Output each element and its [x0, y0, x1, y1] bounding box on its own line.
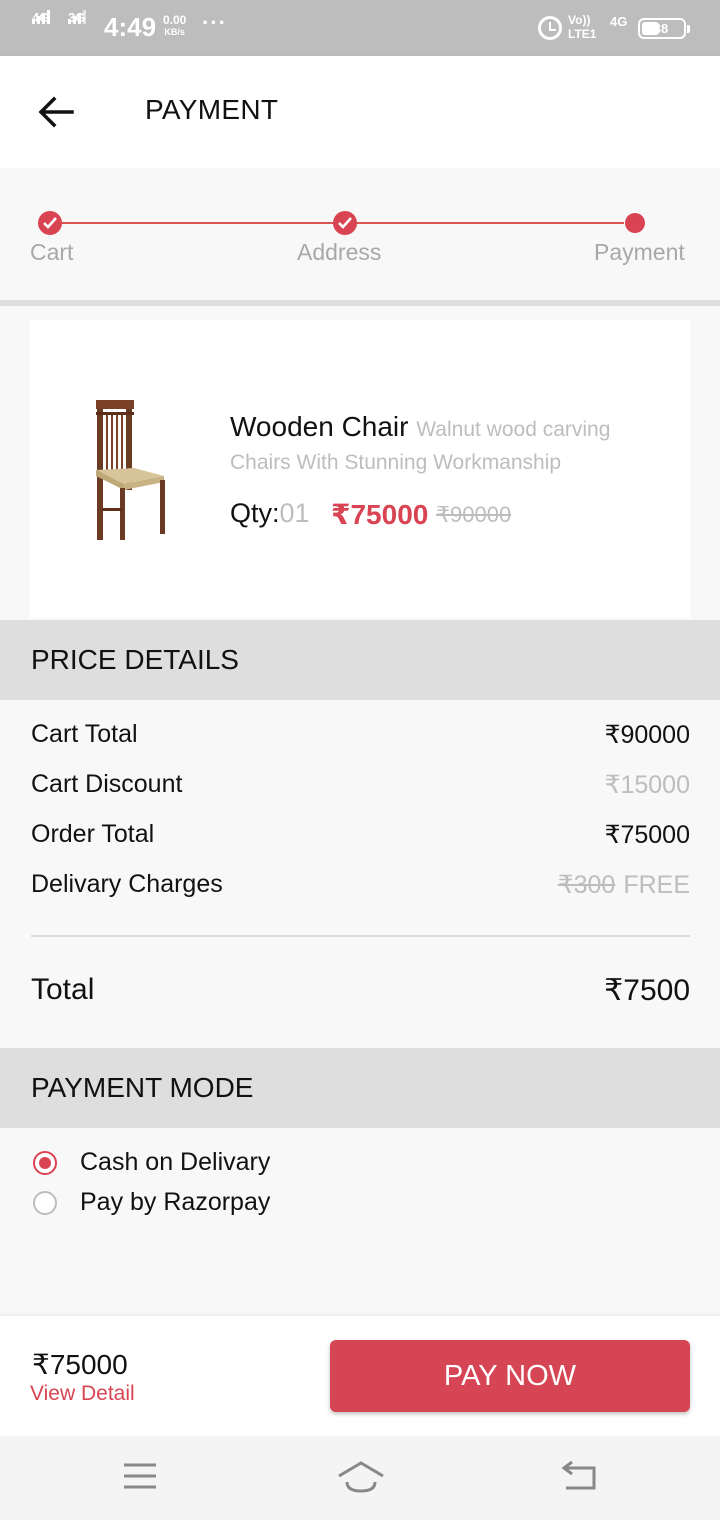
volte-bottom: LTE1	[568, 27, 597, 41]
product-quantity: Qty:01	[230, 498, 310, 529]
bottom-total-amount: ₹75000	[32, 1349, 128, 1380]
alarm-icon	[538, 16, 562, 40]
total-value: ₹7500	[604, 974, 690, 1007]
more-notifications-icon: ···	[202, 10, 227, 35]
back-icon[interactable]	[558, 1456, 602, 1496]
network-speed: 0.00 KB/s	[163, 14, 186, 38]
price-row-cart-total: Cart Total ₹90000	[31, 720, 690, 754]
price-row-cart-discount: Cart Discount ₹15000	[31, 770, 690, 804]
home-icon[interactable]	[336, 1456, 386, 1496]
step-payment-current-icon	[625, 213, 645, 233]
price-value-group: ₹300 FREE	[558, 870, 690, 900]
step-label-payment: Payment	[594, 239, 685, 265]
volte-indicator: Vo)) LTE1	[568, 13, 596, 41]
payment-option-label: Pay by Razorpay	[80, 1188, 271, 1216]
app-bar: PAYMENT	[0, 56, 720, 168]
product-original-price: ₹90000	[436, 502, 512, 527]
price-label: Cart Discount	[31, 770, 183, 798]
price-value: ₹90000	[604, 721, 690, 749]
step-connector	[62, 222, 334, 224]
delivery-free-label: FREE	[623, 871, 690, 899]
total-row: Total ₹7500	[31, 973, 690, 1009]
step-label-address: Address	[297, 239, 382, 265]
battery-level: 38	[653, 21, 669, 36]
radio-selected-icon[interactable]	[33, 1151, 57, 1175]
product-name: Wooden Chair	[230, 411, 409, 442]
speed-value: 0.00	[163, 13, 187, 27]
system-nav-bar	[0, 1436, 720, 1520]
back-arrow-icon[interactable]	[36, 94, 76, 130]
radio-unselected-icon[interactable]	[33, 1191, 57, 1215]
checkout-bottom-bar: ₹75000 View Detail PAY NOW	[0, 1316, 720, 1436]
speed-unit: KB/s	[164, 27, 185, 37]
product-image	[90, 398, 170, 544]
pay-now-button[interactable]: PAY NOW	[330, 1340, 690, 1412]
step-cart-check-icon	[38, 211, 62, 235]
volte-top: Vo))	[568, 13, 591, 27]
product-price: ₹75000	[331, 499, 429, 530]
price-label: Cart Total	[31, 720, 138, 748]
total-label: Total	[31, 973, 95, 1006]
divider	[0, 300, 720, 306]
price-row-delivery-charges: Delivary Charges ₹300 FREE	[31, 870, 690, 904]
step-address-check-icon	[333, 211, 357, 235]
section-title: PRICE DETAILS	[31, 644, 239, 675]
payment-option-label: Cash on Delivary	[80, 1148, 271, 1176]
payment-mode-header: PAYMENT MODE	[0, 1048, 720, 1128]
price-value: ₹15000	[604, 771, 690, 799]
price-label: Order Total	[31, 820, 155, 848]
step-label-cart: Cart	[30, 239, 74, 265]
step-connector	[356, 222, 624, 224]
product-title: Wooden Chair Walnut wood carving Chairs …	[230, 412, 650, 478]
qty-value: 01	[279, 498, 310, 528]
page-title: PAYMENT	[145, 94, 279, 125]
status-bar: 4G 3G 4:49 0.00 KB/s ··· Vo)) LTE1 4G 38	[0, 0, 720, 56]
price-details-header: PRICE DETAILS	[0, 620, 720, 700]
network-type-3: 4G	[610, 14, 628, 29]
delivery-original-charge: ₹300	[557, 871, 616, 899]
product-card[interactable]: Wooden Chair Walnut wood carving Chairs …	[30, 320, 690, 618]
clock: 4:49	[104, 12, 157, 42]
price-row-order-total: Order Total ₹75000	[31, 820, 690, 854]
price-value: ₹75000	[604, 821, 690, 849]
menu-icon[interactable]	[118, 1456, 162, 1496]
checkout-stepper: Cart Address Payment	[0, 168, 720, 300]
section-title: PAYMENT MODE	[31, 1072, 254, 1103]
view-detail-link[interactable]: View Detail	[30, 1382, 135, 1406]
battery-icon: 38	[638, 18, 690, 39]
price-label: Delivary Charges	[31, 870, 223, 898]
divider	[31, 935, 690, 937]
qty-label: Qty:	[230, 498, 280, 528]
